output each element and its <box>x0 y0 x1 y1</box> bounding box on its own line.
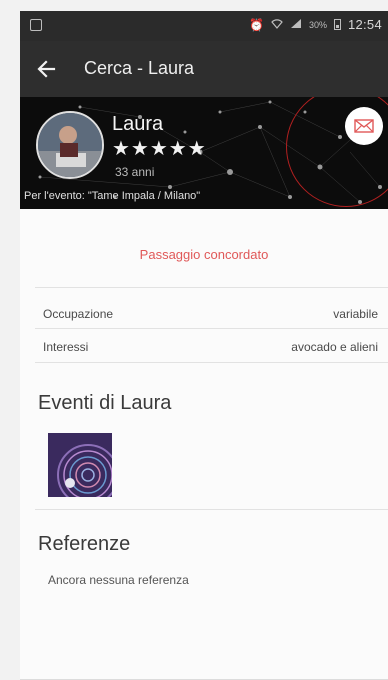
references-empty-text: Ancora nessuna referenza <box>48 573 189 587</box>
battery-percent: 30% <box>308 19 327 30</box>
ride-status: Passaggio concordato <box>139 247 269 262</box>
page-title: Cerca - Laura <box>84 58 195 78</box>
profile-age: 33 anni <box>115 165 155 179</box>
divider <box>35 509 388 510</box>
envelope-icon <box>354 119 374 133</box>
toolbar: Cerca - Laura <box>20 41 388 97</box>
profile-banner: Laura ★★★★★ 33 anni Per l'evento: "Tame … <box>20 97 388 209</box>
interests-value: avocado e alieni <box>291 340 378 354</box>
event-artwork <box>48 433 112 497</box>
notification-icon <box>30 19 42 31</box>
avatar-photo <box>38 113 102 177</box>
event-label: Per l'evento: "Tame Impala / Milano" <box>24 190 201 202</box>
alarm-icon: ⏰ <box>248 17 264 32</box>
wifi-icon <box>271 18 283 32</box>
avatar[interactable] <box>36 111 104 179</box>
occupation-value: variabile <box>333 307 378 321</box>
events-section-title: Eventi di Laura <box>38 392 172 414</box>
arrow-left-icon <box>37 60 56 78</box>
clock: 12:54 <box>347 17 382 32</box>
divider <box>35 328 388 329</box>
divider <box>35 362 388 363</box>
status-icons: ⏰ 30% 12:54 <box>249 17 382 32</box>
back-button[interactable] <box>34 57 60 81</box>
divider <box>35 287 388 288</box>
signal-icon <box>290 18 302 32</box>
message-button[interactable] <box>345 107 383 145</box>
battery-icon <box>333 19 341 30</box>
status-bar: ⏰ 30% 12:54 <box>20 11 388 41</box>
interests-label: Interessi <box>43 340 89 354</box>
occupation-label: Occupazione <box>43 307 114 321</box>
event-thumbnail[interactable] <box>48 433 112 497</box>
profile-name: Laura <box>112 113 164 135</box>
references-section-title: Referenze <box>38 533 131 555</box>
rating-stars: ★★★★★ <box>112 138 207 160</box>
app-screen: ⏰ 30% 12:54 Cerca - Laura Laura ★★★★★ 33… <box>20 11 388 680</box>
